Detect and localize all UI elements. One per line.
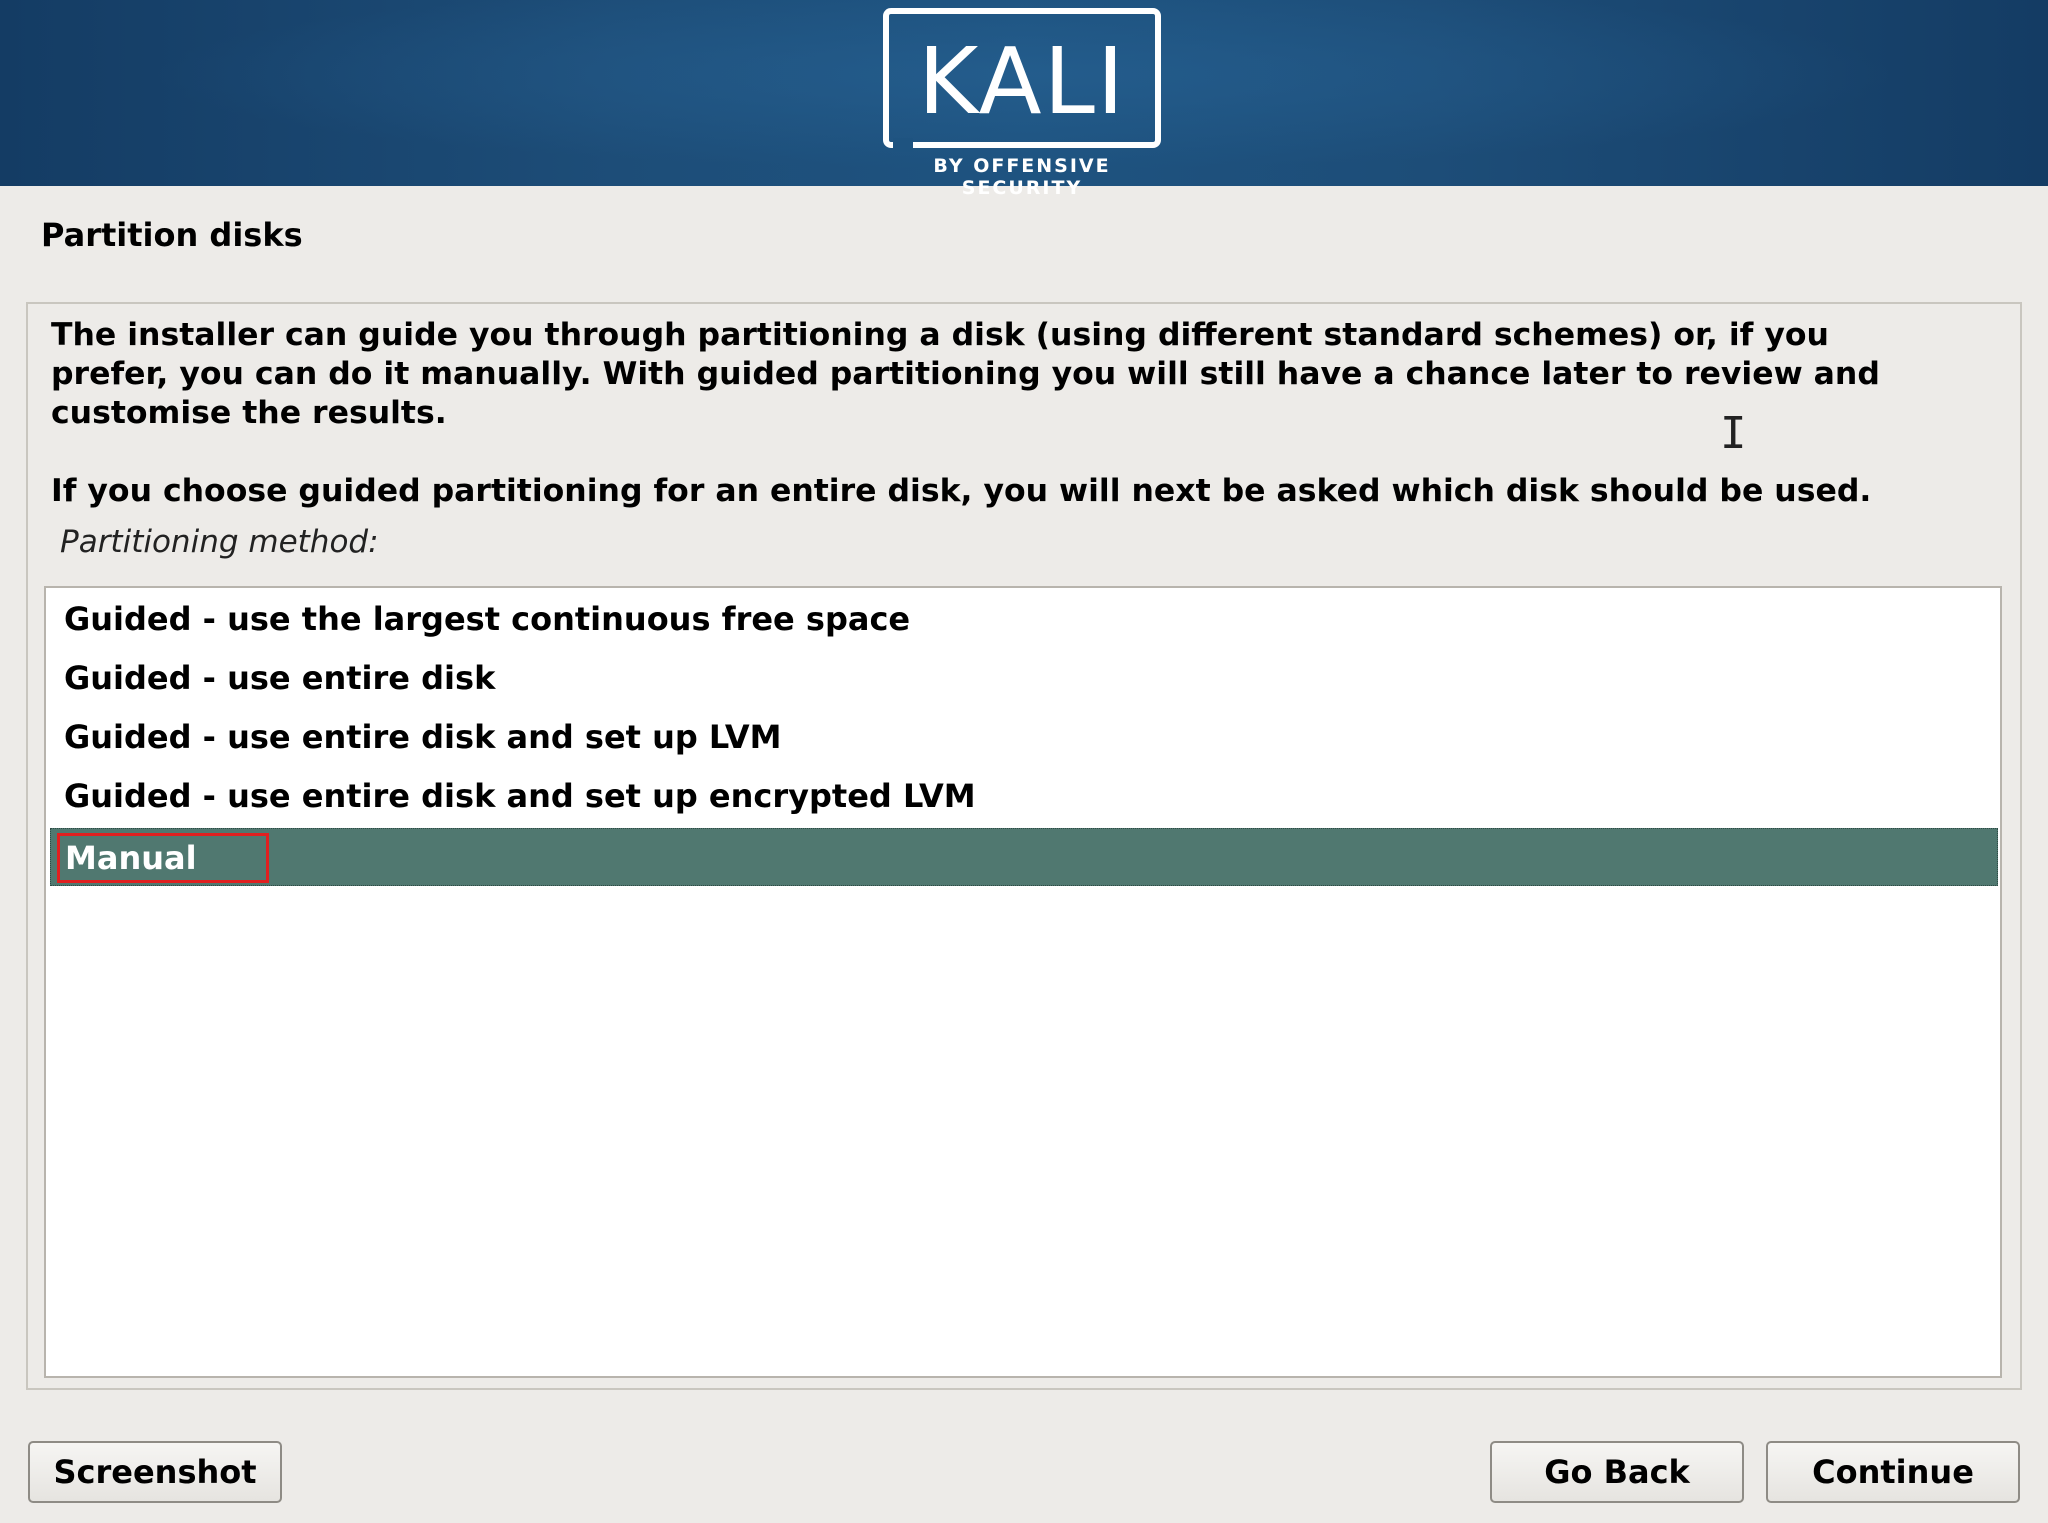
page-title: Partition disks: [41, 216, 303, 254]
logo-subtitle: BY OFFENSIVE SECURITY: [933, 155, 1111, 199]
partitioning-method-list[interactable]: Guided - use the largest continuous free…: [44, 586, 2002, 1378]
method-option-entire-disk-lvm[interactable]: Guided - use entire disk and set up LVM: [50, 708, 1998, 766]
screenshot-button[interactable]: Screenshot: [28, 1441, 282, 1503]
description-text-2: If you choose guided partitioning for an…: [51, 473, 1872, 509]
text-cursor-icon: I: [1720, 408, 1747, 459]
method-option-entire-disk-encrypted-lvm[interactable]: Guided - use entire disk and set up encr…: [50, 767, 1998, 825]
kali-logo: KALI: [883, 8, 1161, 148]
logo-text: KALI: [917, 28, 1127, 135]
method-option-largest-free-space[interactable]: Guided - use the largest continuous free…: [50, 590, 1998, 648]
go-back-button[interactable]: Go Back: [1490, 1441, 1744, 1503]
selection-highlight-box: [57, 833, 269, 883]
logo-notch: [893, 138, 913, 152]
method-option-entire-disk[interactable]: Guided - use entire disk: [50, 649, 1998, 707]
method-option-manual[interactable]: Manual: [50, 828, 1998, 886]
continue-button[interactable]: Continue: [1766, 1441, 2020, 1503]
kali-header-banner: KALI BY OFFENSIVE SECURITY: [0, 0, 2048, 199]
description-text: The installer can guide you through part…: [51, 317, 1880, 431]
partitioning-method-label: Partitioning method:: [60, 524, 379, 560]
